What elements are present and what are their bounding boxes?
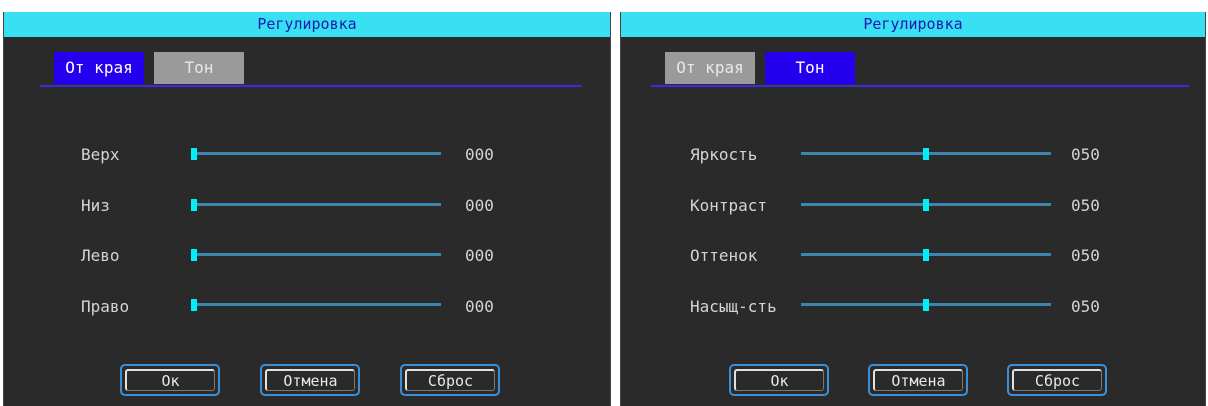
ok-button[interactable]: Ок bbox=[120, 364, 220, 396]
bottom-label: Низ bbox=[81, 196, 110, 215]
tab-edge[interactable]: От края bbox=[54, 52, 144, 84]
tab-underline bbox=[651, 85, 1189, 87]
left-value: 000 bbox=[465, 246, 494, 265]
ok-button[interactable]: Ок bbox=[729, 364, 829, 396]
cancel-button-label: Отмена bbox=[265, 369, 355, 391]
brightness-slider[interactable] bbox=[801, 148, 1051, 160]
slider-thumb[interactable] bbox=[191, 299, 197, 311]
hue-slider[interactable] bbox=[801, 249, 1051, 261]
reset-button-label: Сброс bbox=[405, 369, 495, 391]
tone-adjust-dialog: Регулировка От края Тон Яркость 050 Конт… bbox=[620, 12, 1206, 406]
tab-underline bbox=[40, 85, 582, 87]
brightness-label: Яркость bbox=[690, 145, 758, 164]
contrast-value: 050 bbox=[1071, 196, 1100, 215]
top-slider[interactable] bbox=[191, 148, 441, 160]
hue-label: Оттенок bbox=[690, 246, 758, 265]
saturation-label: Насыщ-сть bbox=[690, 297, 777, 316]
slider-thumb[interactable] bbox=[923, 199, 929, 211]
tab-tone[interactable]: Тон bbox=[765, 52, 855, 84]
reset-button[interactable]: Сброс bbox=[400, 364, 500, 396]
ok-button-label: Ок bbox=[734, 369, 824, 391]
reset-button[interactable]: Сброс bbox=[1007, 364, 1107, 396]
cancel-button-label: Отмена bbox=[873, 369, 963, 391]
bottom-slider[interactable] bbox=[191, 199, 441, 211]
brightness-value: 050 bbox=[1071, 145, 1100, 164]
right-label: Право bbox=[81, 297, 130, 316]
slider-thumb[interactable] bbox=[923, 148, 929, 160]
slider-thumb[interactable] bbox=[191, 199, 197, 211]
contrast-slider[interactable] bbox=[801, 199, 1051, 211]
left-label: Лево bbox=[81, 246, 120, 265]
saturation-value: 050 bbox=[1071, 297, 1100, 316]
cancel-button[interactable]: Отмена bbox=[868, 364, 968, 396]
hue-value: 050 bbox=[1071, 246, 1100, 265]
saturation-slider[interactable] bbox=[801, 299, 1051, 311]
top-label: Верх bbox=[81, 145, 120, 164]
slider-thumb[interactable] bbox=[923, 299, 929, 311]
cancel-button[interactable]: Отмена bbox=[260, 364, 360, 396]
tab-tone[interactable]: Тон bbox=[154, 52, 244, 84]
reset-button-label: Сброс bbox=[1012, 369, 1102, 391]
right-slider[interactable] bbox=[191, 299, 441, 311]
slider-thumb[interactable] bbox=[923, 249, 929, 261]
edge-adjust-dialog: Регулировка От края Тон Верх 000 Низ 000… bbox=[3, 12, 611, 406]
slider-thumb[interactable] bbox=[191, 249, 197, 261]
slider-thumb[interactable] bbox=[191, 148, 197, 160]
contrast-label: Контраст bbox=[690, 196, 768, 215]
left-slider[interactable] bbox=[191, 249, 441, 261]
tab-edge[interactable]: От края bbox=[665, 52, 755, 84]
dialog-title: Регулировка bbox=[621, 12, 1205, 37]
dialog-title: Регулировка bbox=[4, 12, 610, 37]
bottom-value: 000 bbox=[465, 196, 494, 215]
ok-button-label: Ок bbox=[125, 369, 215, 391]
right-value: 000 bbox=[465, 297, 494, 316]
top-value: 000 bbox=[465, 145, 494, 164]
